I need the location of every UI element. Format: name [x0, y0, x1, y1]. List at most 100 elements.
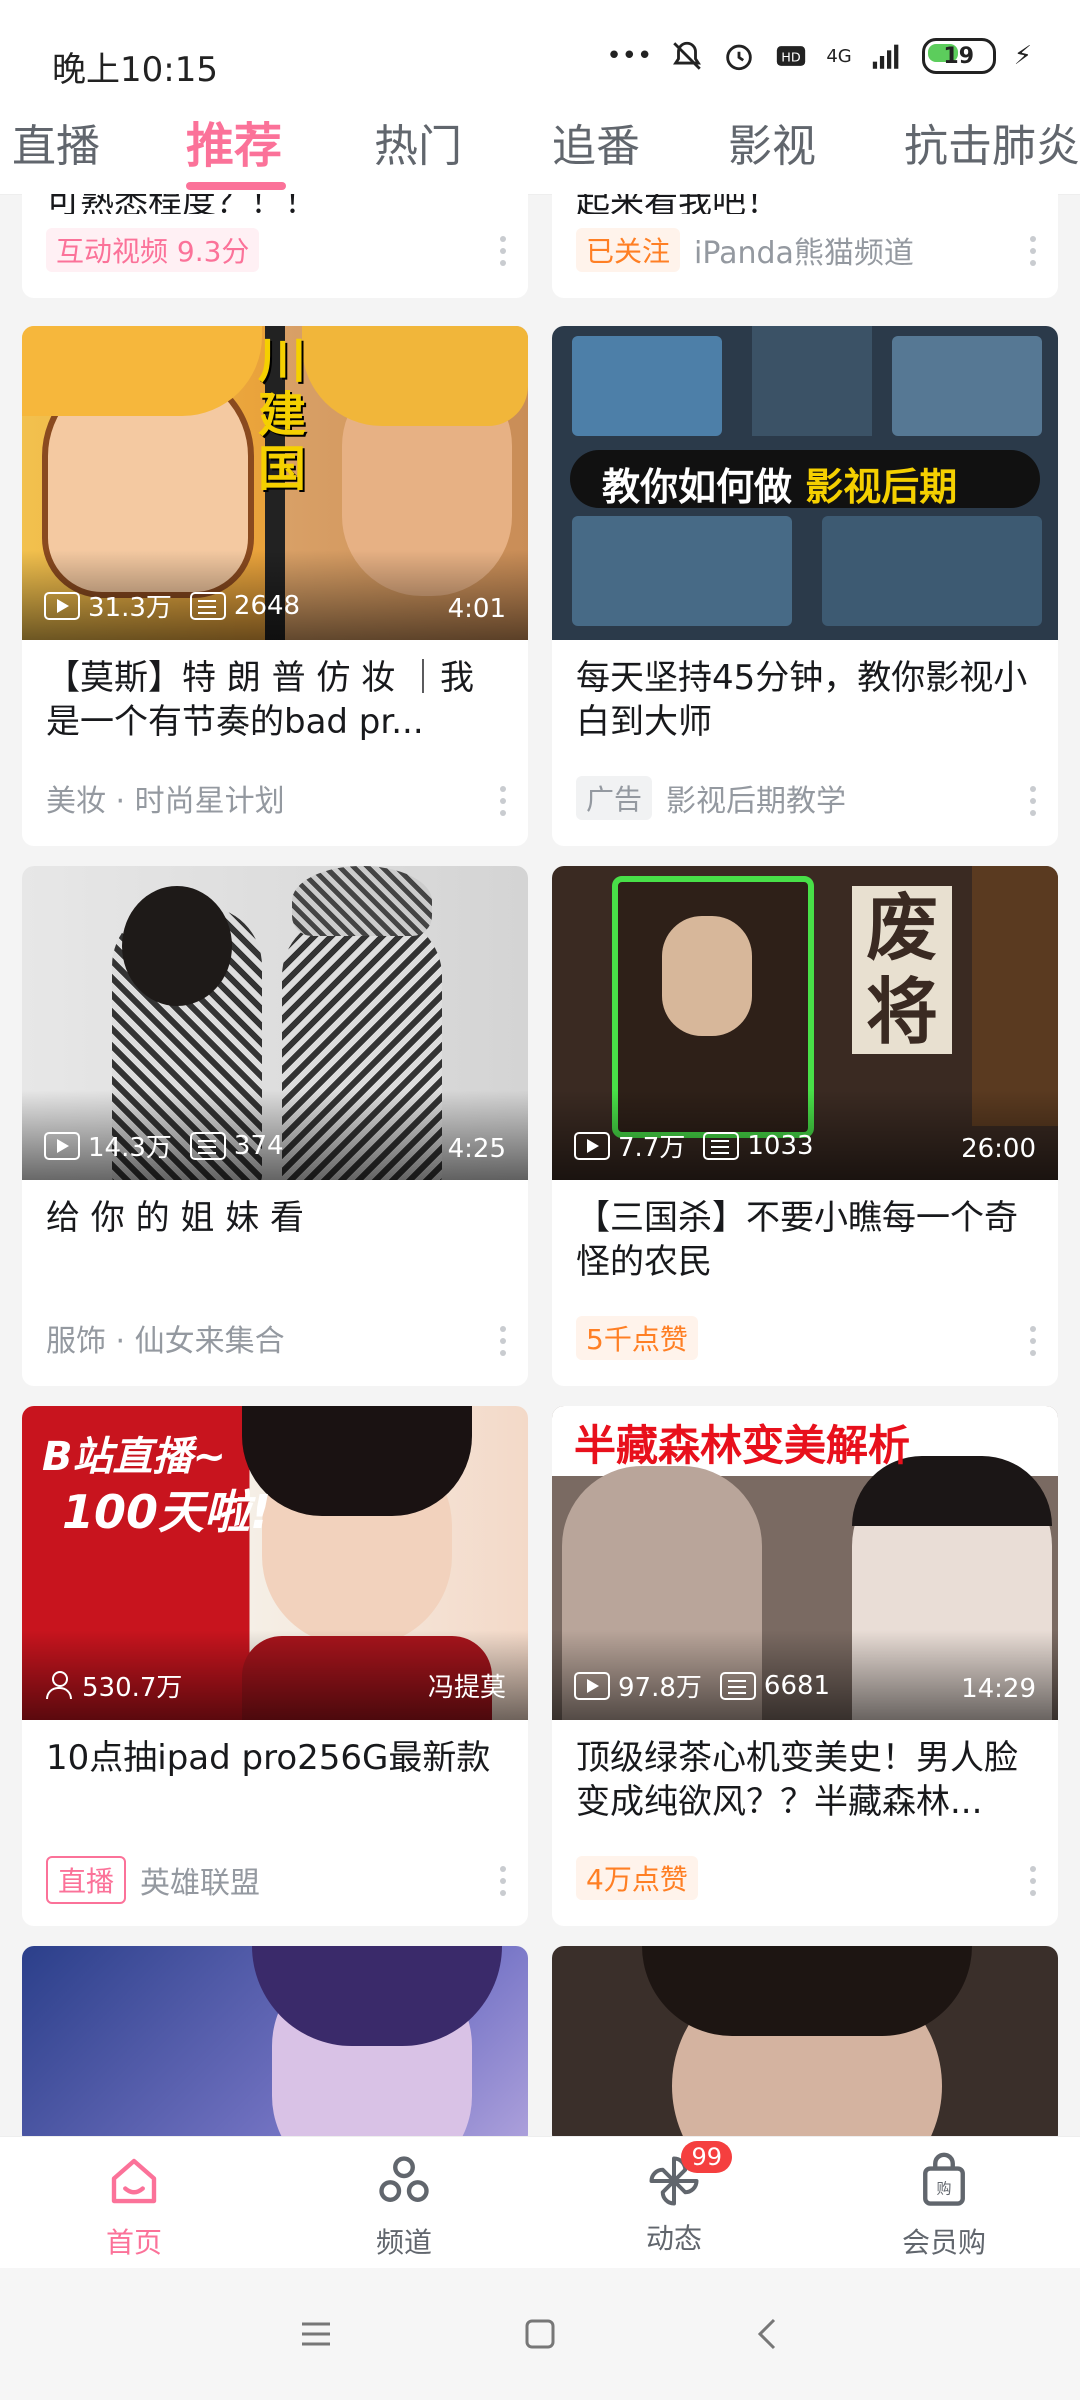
- more-menu-icon[interactable]: [500, 236, 508, 270]
- status-icons: ••• HD 4G 19 ⚡: [606, 38, 1032, 74]
- video-stats: 97.8万 6681: [574, 1667, 830, 1704]
- danmaku-count: 1033: [747, 1130, 814, 1161]
- live-thumbnail[interactable]: B站直播~ 100天啦! 530.7万 冯提莫: [22, 1406, 528, 1720]
- video-card[interactable]: 14.3万 374 4:25 给 你 的 姐 妹 看 服饰 · 仙女来集合: [22, 866, 528, 1386]
- danmaku-icon: [703, 1131, 740, 1160]
- more-menu-icon[interactable]: [1030, 786, 1038, 820]
- shopping-bag-icon: 购: [923, 2152, 965, 2206]
- live-badge: 直播: [46, 1856, 127, 1904]
- nav-channel-label: 频道: [375, 2226, 432, 2259]
- video-card[interactable]: 废将 7.7万 1033 26:00 【三国杀】不要小瞧每一个奇怪的农民 5千点…: [552, 866, 1058, 1386]
- video-title[interactable]: 【三国杀】不要小瞧每一个奇怪的农民: [576, 1196, 1036, 1284]
- video-meta: 服饰 · 仙女来集合: [46, 1324, 285, 1359]
- video-thumbnail[interactable]: [552, 1946, 1058, 2136]
- danmaku-count: 374: [233, 1130, 284, 1161]
- play-count-icon: [574, 1671, 610, 1700]
- video-card[interactable]: [22, 1946, 528, 2136]
- view-count: 31.3万: [88, 593, 172, 623]
- video-title: 起来看我吧！: [576, 194, 780, 214]
- video-meta: 美妆 · 时尚星计划: [46, 784, 285, 819]
- more-menu-icon[interactable]: [1030, 236, 1038, 270]
- top-tab-bar: 直播 推荐 热门 追番 影视 抗击肺炎: [0, 100, 1080, 195]
- video-thumbnail[interactable]: [22, 1946, 528, 2136]
- video-card-partial[interactable]: 起来看我吧！ 已关注 iPanda熊猫频道: [552, 194, 1058, 298]
- nav-member-shop[interactable]: 购 会员购: [864, 2151, 1024, 2261]
- thumb-overlay-line1: B站直播~: [42, 1434, 227, 1480]
- alarm-icon: [726, 44, 753, 71]
- video-thumbnail[interactable]: 教你如何做 影视后期: [552, 326, 1058, 640]
- home-square-icon[interactable]: [520, 2314, 560, 2354]
- video-card[interactable]: 教你如何做 影视后期 每天坚持45分钟，教你影视小白到大师 广告 影视后期教学: [552, 326, 1058, 846]
- live-stats: 530.7万: [44, 1667, 182, 1704]
- video-card[interactable]: 川建国 31.3万 2648 4:01 【莫斯】特 朗 普 仿 妆 ｜我是一个有…: [22, 326, 528, 846]
- thumb-overlay-text: 川建国: [258, 333, 307, 497]
- more-menu-icon[interactable]: [500, 1326, 508, 1360]
- danmaku-count: 6681: [763, 1670, 831, 1701]
- play-count-icon: [44, 591, 80, 620]
- nav-dynamic[interactable]: 99 动态: [594, 2141, 754, 2257]
- home-icon: [111, 2158, 157, 2204]
- video-card[interactable]: [552, 1946, 1058, 2136]
- video-stats: 14.3万 374: [44, 1127, 284, 1164]
- charging-icon: ⚡: [1013, 41, 1032, 71]
- hd-icon: HD: [777, 46, 806, 66]
- live-card[interactable]: B站直播~ 100天啦! 530.7万 冯提莫 10点抽ipad pro256G…: [22, 1406, 528, 1926]
- ad-badge: 广告: [576, 776, 653, 820]
- play-count-icon: [44, 1131, 80, 1160]
- tab-hot[interactable]: 热门: [374, 110, 462, 174]
- nav-home-label: 首页: [105, 2226, 162, 2259]
- video-title[interactable]: 给 你 的 姐 妹 看: [46, 1196, 506, 1240]
- video-meta: 直播 英雄联盟: [46, 1856, 260, 1904]
- tab-anti-pneumonia[interactable]: 抗击肺炎: [904, 110, 1080, 174]
- live-title[interactable]: 10点抽ipad pro256G最新款: [46, 1736, 506, 1780]
- danmaku-count: 2648: [233, 590, 301, 621]
- danmaku-icon: [189, 591, 226, 620]
- video-title[interactable]: 顶级绿茶心机变美史！男人脸变成纯欲风？？半藏森林...: [576, 1736, 1036, 1824]
- more-dots-icon: •••: [606, 41, 653, 71]
- video-thumbnail[interactable]: 14.3万 374 4:25: [22, 866, 528, 1180]
- live-viewers: 530.7万: [82, 1673, 183, 1703]
- nav-member-shop-label: 会员购: [901, 2226, 986, 2259]
- channel-icon: [379, 2156, 429, 2202]
- interactive-badge: 互动视频 9.3分: [46, 228, 260, 272]
- video-thumbnail[interactable]: 川建国 31.3万 2648 4:01: [22, 326, 528, 640]
- live-category: 英雄联盟: [140, 1866, 261, 1901]
- more-menu-icon[interactable]: [1030, 1326, 1038, 1360]
- back-icon[interactable]: [748, 2314, 788, 2354]
- more-menu-icon[interactable]: [500, 786, 508, 820]
- nav-dynamic-label: 动态: [645, 2222, 702, 2255]
- tab-live[interactable]: 直播: [12, 110, 100, 174]
- video-thumbnail[interactable]: 废将 7.7万 1033 26:00: [552, 866, 1058, 1180]
- tab-movies[interactable]: 影视: [728, 110, 816, 174]
- followed-badge: 已关注: [576, 228, 681, 272]
- tab-recommend[interactable]: 推荐: [186, 106, 282, 176]
- more-menu-icon[interactable]: [1030, 1866, 1038, 1900]
- dynamic-icon-wrapper: 99: [644, 2141, 732, 2211]
- duration: 4:01: [447, 594, 506, 624]
- video-meta: 互动视频 9.3分: [46, 228, 260, 272]
- thumb-overlay-text: 教你如何做 影视后期: [602, 465, 958, 509]
- svg-text:购: 购: [936, 2180, 951, 2198]
- more-menu-icon[interactable]: [500, 1866, 508, 1900]
- battery-icon: 19: [921, 38, 996, 74]
- video-card-partial[interactable]: 可熟悉程度？！！ 互动视频 9.3分: [22, 194, 528, 298]
- video-meta: 4万点赞: [576, 1856, 698, 1900]
- signal-icon: [872, 44, 899, 69]
- system-nav-bar: [0, 2268, 1080, 2400]
- menu-icon[interactable]: [296, 2314, 336, 2354]
- video-stats: 7.7万 1033: [574, 1127, 814, 1164]
- thumb-overlay-text: 半藏森林变美解析: [574, 1421, 911, 1470]
- anchor-name: 冯提莫: [427, 1673, 506, 1703]
- video-meta: 5千点赞: [576, 1316, 698, 1360]
- video-thumbnail[interactable]: 半藏森林变美解析 97.8万 6681 14:29: [552, 1406, 1058, 1720]
- video-title[interactable]: 每天坚持45分钟，教你影视小白到大师: [576, 656, 1036, 744]
- svg-text:HD: HD: [782, 51, 802, 66]
- nav-channel[interactable]: 频道: [324, 2151, 484, 2261]
- video-feed[interactable]: 可熟悉程度？！！ 互动视频 9.3分 起来看我吧！ 已关注 iPanda熊猫频道…: [0, 194, 1080, 2136]
- uploader-name: iPanda熊猫频道: [694, 236, 914, 271]
- nav-home[interactable]: 首页: [54, 2151, 214, 2261]
- video-card[interactable]: 半藏森林变美解析 97.8万 6681 14:29 顶级绿茶心机变美史！男人脸变…: [552, 1406, 1058, 1926]
- tab-bangumi[interactable]: 追番: [552, 110, 640, 174]
- uploader-name: 影视后期教学: [666, 784, 847, 819]
- video-title[interactable]: 【莫斯】特 朗 普 仿 妆 ｜我是一个有节奏的bad pr...: [46, 656, 506, 744]
